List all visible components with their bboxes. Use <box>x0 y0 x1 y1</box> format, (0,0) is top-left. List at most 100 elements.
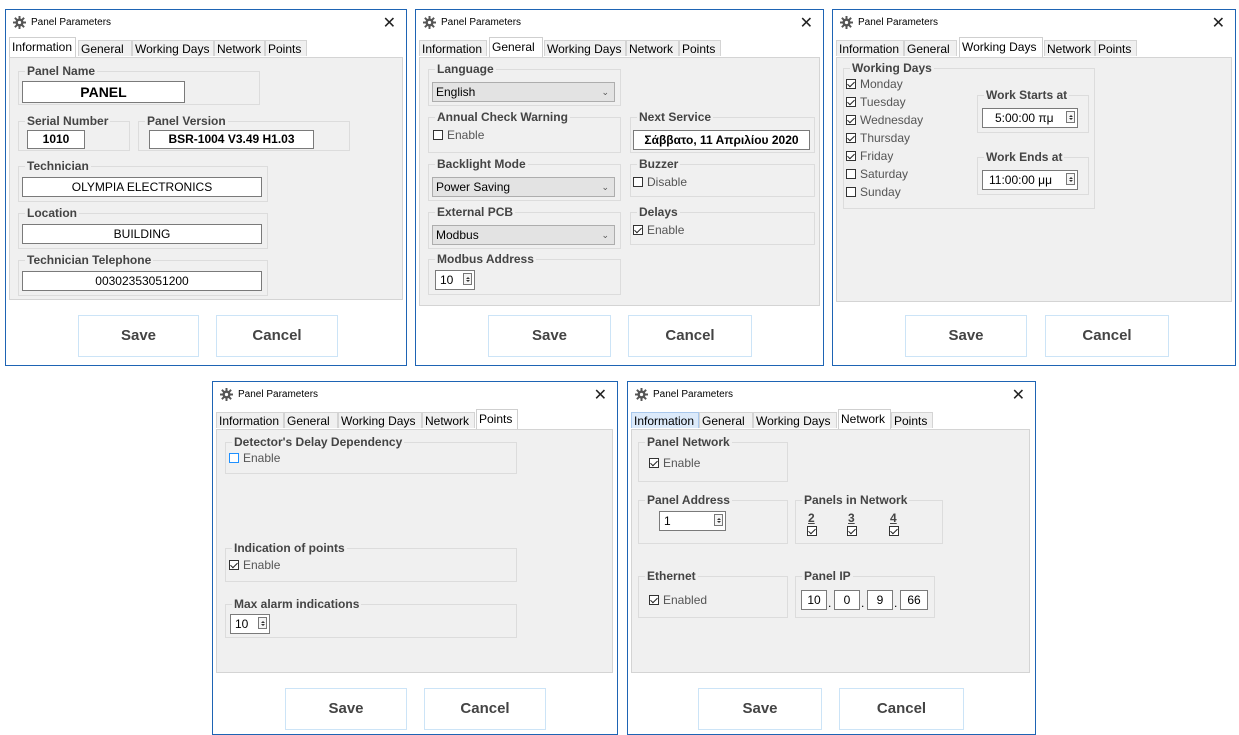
tab-network[interactable]: Network <box>626 40 679 56</box>
tab-general[interactable]: General <box>699 412 753 428</box>
checkbox-icon <box>229 560 239 570</box>
cancel-button[interactable]: Cancel <box>216 315 338 357</box>
tab-working-days[interactable]: Working Days <box>338 412 422 428</box>
tab-network[interactable]: Network <box>1044 40 1095 56</box>
tab-points[interactable]: Points <box>891 412 933 428</box>
work-ends-group: Work Ends at 11:00:00 μμ <box>977 150 1089 195</box>
ip-octet-2[interactable]: 0 <box>834 590 860 610</box>
cancel-button[interactable]: Cancel <box>628 315 752 357</box>
work-ends-stepper[interactable]: 11:00:00 μμ <box>982 170 1078 190</box>
tab-working-days[interactable]: Working Days <box>959 37 1043 57</box>
detector-delay-group: Detector's Delay Dependency Enable <box>225 435 517 474</box>
indication-of-points-checkbox[interactable]: Enable <box>229 558 280 572</box>
day-checkbox-thursday[interactable]: Thursday <box>846 131 910 145</box>
external-pcb-group: External PCB Modbus ⌄ <box>428 205 621 249</box>
spin-arrows-icon[interactable] <box>1066 173 1075 185</box>
cancel-button[interactable]: Cancel <box>839 688 964 730</box>
tab-information[interactable]: Information <box>419 40 487 56</box>
tab-network[interactable]: Network <box>838 409 891 429</box>
tab-general[interactable]: General <box>78 40 132 56</box>
tab-network[interactable]: Network <box>214 40 265 56</box>
tab-points[interactable]: Points <box>1095 40 1137 56</box>
location-field[interactable]: BUILDING <box>22 224 262 244</box>
tab-information[interactable]: Information <box>631 412 699 428</box>
panel-name-label: Panel Name <box>25 64 98 78</box>
day-checkbox-saturday[interactable]: Saturday <box>846 167 908 181</box>
tab-general[interactable]: General <box>904 40 957 56</box>
save-button[interactable]: Save <box>78 315 199 357</box>
work-starts-label: Work Starts at <box>984 88 1070 102</box>
tab-information[interactable]: Information <box>216 412 284 428</box>
chevron-down-icon: ⌄ <box>601 230 609 240</box>
panel-network-checkbox[interactable]: Enable <box>649 456 700 470</box>
day-checkbox-tuesday[interactable]: Tuesday <box>846 95 906 109</box>
external-pcb-value: Modbus <box>436 228 479 242</box>
panel-ip-field[interactable]: 10 . 0 . 9 . 66 <box>801 590 929 610</box>
language-select[interactable]: English ⌄ <box>432 82 615 102</box>
next-service-group: Next Service Σάββατο, 11 Απριλίου 2020 <box>630 110 815 153</box>
indication-of-points-option: Enable <box>243 558 281 572</box>
save-button[interactable]: Save <box>488 315 611 357</box>
detector-delay-checkbox[interactable]: Enable <box>229 451 280 465</box>
panel-address-stepper[interactable]: 1 <box>659 511 726 531</box>
day-checkbox-monday[interactable]: Monday <box>846 77 903 91</box>
annual-check-option: Enable <box>447 128 485 142</box>
modbus-address-value: 10 <box>440 273 454 287</box>
panel-3-checkbox[interactable] <box>847 526 857 536</box>
panel-name-field[interactable]: PANEL <box>22 81 185 103</box>
tab-panel: Working Days Monday Tuesday Wednesday Th… <box>836 57 1232 302</box>
serial-number-field: 1010 <box>27 130 85 149</box>
working-days-label: Working Days <box>850 61 934 75</box>
tab-general[interactable]: General <box>489 37 543 57</box>
cancel-button[interactable]: Cancel <box>1045 315 1169 357</box>
delays-checkbox[interactable]: Enable <box>633 223 684 237</box>
tab-working-days[interactable]: Working Days <box>544 40 626 56</box>
work-starts-stepper[interactable]: 5:00:00 πμ <box>982 108 1078 128</box>
day-checkbox-wednesday[interactable]: Wednesday <box>846 113 923 127</box>
spin-arrows-icon[interactable] <box>463 273 472 285</box>
cancel-button[interactable]: Cancel <box>424 688 546 730</box>
spin-arrows-icon[interactable] <box>1066 111 1075 123</box>
panel-2-checkbox[interactable] <box>807 526 817 536</box>
tab-information[interactable]: Information <box>9 37 76 57</box>
ethernet-checkbox[interactable]: Enabled <box>649 593 707 607</box>
max-alarm-stepper[interactable]: 10 <box>230 614 270 634</box>
spin-arrows-icon[interactable] <box>258 617 267 629</box>
tab-points[interactable]: Points <box>476 409 518 429</box>
spin-arrows-icon[interactable] <box>714 514 723 526</box>
ethernet-group: Ethernet Enabled <box>638 569 788 618</box>
ip-octet-1[interactable]: 10 <box>801 590 827 610</box>
external-pcb-select[interactable]: Modbus ⌄ <box>432 225 615 245</box>
tab-points[interactable]: Points <box>679 40 721 56</box>
telephone-field[interactable]: 00302353051200 <box>22 271 262 291</box>
panel-4-checkbox[interactable] <box>889 526 899 536</box>
save-button[interactable]: Save <box>285 688 407 730</box>
close-icon[interactable]: ✕ <box>1212 13 1225 33</box>
panel-address-value: 1 <box>664 514 671 528</box>
day-checkbox-friday[interactable]: Friday <box>846 149 893 163</box>
technician-field[interactable]: OLYMPIA ELECTRONICS <box>22 177 262 197</box>
day-checkbox-sunday[interactable]: Sunday <box>846 185 901 199</box>
close-icon[interactable]: ✕ <box>1012 385 1025 405</box>
tab-panel: Panel Name PANEL Serial Number 1010 Pane… <box>9 57 403 300</box>
title-bar: Panel Parameters ✕ <box>6 10 406 36</box>
panel-version-field: BSR-1004 V3.49 H1.03 <box>149 130 314 149</box>
save-button[interactable]: Save <box>905 315 1027 357</box>
tab-general[interactable]: General <box>284 412 338 428</box>
backlight-select[interactable]: Power Saving ⌄ <box>432 177 615 197</box>
tab-network[interactable]: Network <box>422 412 475 428</box>
save-button[interactable]: Save <box>698 688 822 730</box>
close-icon[interactable]: ✕ <box>594 385 607 405</box>
close-icon[interactable]: ✕ <box>383 13 396 33</box>
annual-check-checkbox[interactable]: Enable <box>433 128 484 142</box>
modbus-address-stepper[interactable]: 10 <box>435 270 475 290</box>
buzzer-checkbox[interactable]: Disable <box>633 175 687 189</box>
close-icon[interactable]: ✕ <box>800 13 813 33</box>
tab-points[interactable]: Points <box>265 40 307 56</box>
tab-information[interactable]: Information <box>836 40 904 56</box>
tab-working-days[interactable]: Working Days <box>753 412 837 428</box>
ip-octet-4[interactable]: 66 <box>900 590 928 610</box>
ip-octet-3[interactable]: 9 <box>867 590 893 610</box>
panel-2-number: 2 <box>808 511 815 525</box>
tab-working-days[interactable]: Working Days <box>132 40 214 56</box>
